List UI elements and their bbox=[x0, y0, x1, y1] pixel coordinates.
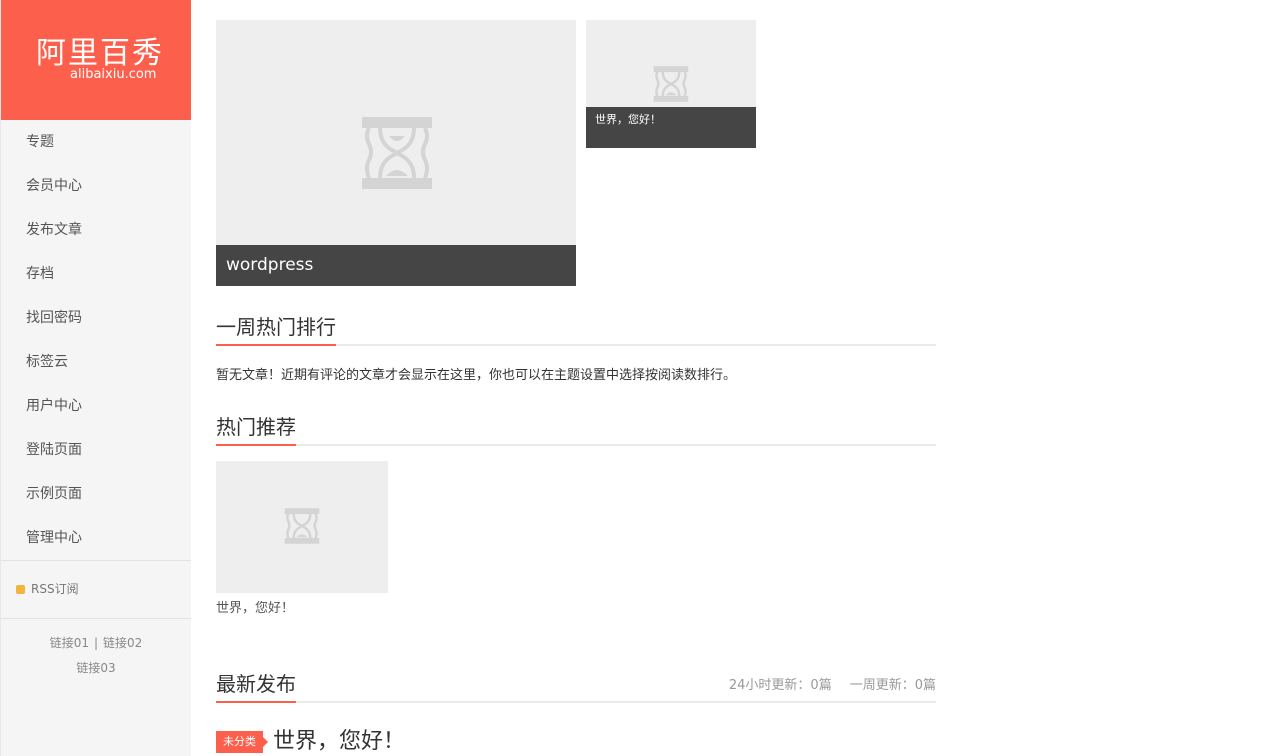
post-thumbnail[interactable] bbox=[216, 461, 388, 593]
rss-subscribe-link[interactable]: RSS订阅 bbox=[1, 560, 191, 619]
stat-24h: 24小时更新：0篇 bbox=[728, 678, 832, 693]
nav-item-user-center[interactable]: 用户中心 bbox=[1, 384, 191, 428]
rss-square-icon bbox=[16, 585, 25, 594]
weekly-hot-header: 一周热门排行 bbox=[216, 310, 936, 346]
nav-item-archive[interactable]: 存档 bbox=[1, 252, 191, 296]
nav-item-recover-password[interactable]: 找回密码 bbox=[1, 296, 191, 340]
weekly-hot-empty-note: 暂无文章！近期有评论的文章才会显示在这里，你也可以在主题设置中选择按阅读数排行。 bbox=[216, 368, 737, 383]
sidebar: 阿里百秀 alibaixiu.com 专题 会员中心 发布文章 存档 找回密码 … bbox=[0, 0, 191, 756]
post-title[interactable]: 世界，您好！ bbox=[216, 601, 388, 617]
site-logo[interactable]: 阿里百秀 alibaixiu.com bbox=[1, 0, 191, 120]
hourglass-placeholder-icon bbox=[362, 117, 432, 189]
featured-slide-side[interactable]: 世界，您好！ bbox=[586, 20, 756, 148]
nav-item-tag-cloud[interactable]: 标签云 bbox=[1, 340, 191, 384]
rss-label: RSS订阅 bbox=[31, 582, 79, 596]
logo-domain: alibaixiu.com bbox=[70, 67, 157, 82]
nav-item-topics[interactable]: 专题 bbox=[1, 120, 191, 164]
nav-item-publish-article[interactable]: 发布文章 bbox=[1, 208, 191, 252]
sidebar-nav: 专题 会员中心 发布文章 存档 找回密码 标签云 用户中心 登陆页面 示例页面 … bbox=[1, 120, 191, 560]
post-title[interactable]: 世界，您好！ bbox=[273, 729, 405, 755]
link-separator: | bbox=[93, 636, 99, 650]
latest-post-item: 未分类 世界，您好！ bbox=[216, 729, 936, 755]
section-title: 最新发布 bbox=[216, 667, 296, 703]
link-03[interactable]: 链接03 bbox=[76, 661, 115, 675]
recommended-post-card[interactable]: 世界，您好！ bbox=[216, 461, 388, 617]
section-title: 一周热门排行 bbox=[216, 310, 336, 346]
featured-slider: wordpress 世界，您好！ bbox=[216, 20, 936, 286]
main-content: wordpress 世界，您好！ 一周热门排行 暂无文章！近期有评论的文章才会显… bbox=[216, 20, 936, 755]
slide-caption[interactable]: wordpress bbox=[216, 245, 576, 286]
friend-links: 链接01 | 链接02 链接03 bbox=[1, 619, 191, 681]
stat-week: 一周更新：0篇 bbox=[849, 678, 936, 693]
nav-item-member-center[interactable]: 会员中心 bbox=[1, 164, 191, 208]
featured-slide-main[interactable]: wordpress bbox=[216, 20, 576, 286]
hourglass-placeholder-icon bbox=[653, 66, 689, 102]
link-02[interactable]: 链接02 bbox=[103, 636, 142, 650]
recommended-header: 热门推荐 bbox=[216, 410, 936, 446]
latest-header: 最新发布 24小时更新：0篇 一周更新：0篇 bbox=[216, 667, 936, 703]
category-badge[interactable]: 未分类 bbox=[216, 731, 268, 753]
link-01[interactable]: 链接01 bbox=[50, 636, 89, 650]
slide-caption[interactable]: 世界，您好！ bbox=[586, 107, 756, 148]
nav-item-admin-center[interactable]: 管理中心 bbox=[1, 516, 191, 560]
section-title: 热门推荐 bbox=[216, 410, 296, 446]
update-stats: 24小时更新：0篇 一周更新：0篇 bbox=[729, 674, 936, 693]
nav-item-sample-page[interactable]: 示例页面 bbox=[1, 472, 191, 516]
nav-item-login-page[interactable]: 登陆页面 bbox=[1, 428, 191, 472]
hourglass-placeholder-icon bbox=[284, 508, 320, 544]
